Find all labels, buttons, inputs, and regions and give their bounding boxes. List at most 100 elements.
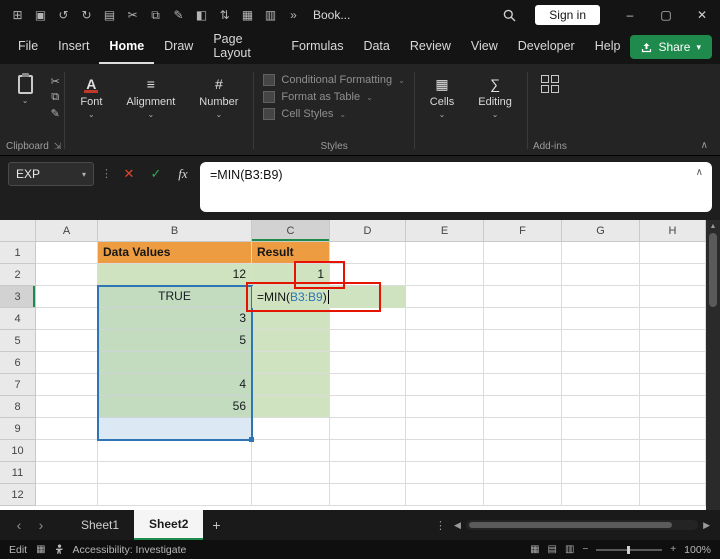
ribbon-tab-draw[interactable]: Draw — [154, 30, 203, 64]
cell-B6[interactable] — [98, 352, 252, 374]
cell-B7[interactable]: 4 — [98, 374, 252, 396]
format-painter-icon[interactable]: ✎ — [167, 4, 190, 26]
macro-record-icon[interactable]: ▦ — [36, 544, 45, 555]
cell-A11[interactable] — [36, 462, 98, 484]
horizontal-scroll-thumb[interactable] — [469, 522, 672, 528]
cell-D2[interactable] — [330, 264, 406, 286]
close-button[interactable]: ✕ — [684, 0, 720, 30]
maximize-button[interactable]: ▢ — [648, 0, 684, 30]
cell-H6[interactable] — [640, 352, 706, 374]
app-launcher-icon[interactable]: ⊞ — [6, 4, 29, 26]
cell-E9[interactable] — [406, 418, 484, 440]
column-header-E[interactable]: E — [406, 220, 484, 242]
select-all-button[interactable] — [0, 220, 36, 242]
format-painter-icon[interactable]: ✎ — [51, 107, 60, 120]
cell-A8[interactable] — [36, 396, 98, 418]
row-header-6[interactable]: 6 — [0, 352, 36, 374]
insert-function-button[interactable]: fx — [173, 162, 193, 186]
row-header-10[interactable]: 10 — [0, 440, 36, 462]
copy-icon[interactable]: ⧉ — [144, 4, 167, 26]
chart-icon[interactable]: ▥ — [259, 4, 282, 26]
cell-B8[interactable]: 56 — [98, 396, 252, 418]
cell-D9[interactable] — [330, 418, 406, 440]
format-as-table-button[interactable]: Format as Table ⌄ — [263, 91, 404, 103]
vertical-scroll-thumb[interactable] — [709, 233, 717, 307]
editing-group-button[interactable]: ∑ Editing ⌄ — [466, 66, 524, 155]
column-header-G[interactable]: G — [562, 220, 640, 242]
cell-C1[interactable]: Result — [252, 242, 330, 264]
cell-F1[interactable] — [484, 242, 562, 264]
zoom-slider[interactable] — [596, 549, 662, 551]
column-header-B[interactable]: B — [98, 220, 252, 242]
cell-E8[interactable] — [406, 396, 484, 418]
horizontal-scroll-track[interactable] — [466, 520, 698, 530]
sheet-tab-sheet1[interactable]: Sheet1 — [66, 510, 134, 540]
cell-A10[interactable] — [36, 440, 98, 462]
cell-B4[interactable]: 3 — [98, 308, 252, 330]
vertical-scrollbar[interactable]: ▲ — [706, 220, 720, 510]
row-header-8[interactable]: 8 — [0, 396, 36, 418]
row-header-9[interactable]: 9 — [0, 418, 36, 440]
cell-G12[interactable] — [562, 484, 640, 506]
cell-F10[interactable] — [484, 440, 562, 462]
cut-icon[interactable]: ✂ — [51, 75, 60, 88]
scroll-up-icon[interactable]: ▲ — [710, 223, 717, 230]
page-break-preview-icon[interactable]: ▥ — [565, 544, 574, 555]
sign-in-button[interactable]: Sign in — [535, 5, 600, 25]
cell-C8[interactable] — [252, 396, 330, 418]
cell-G7[interactable] — [562, 374, 640, 396]
cell-E1[interactable] — [406, 242, 484, 264]
ribbon-tab-formulas[interactable]: Formulas — [281, 30, 353, 64]
formula-input[interactable]: =MIN(B3:B9) ∧ — [200, 162, 712, 212]
zoom-out-icon[interactable]: − — [582, 544, 588, 555]
row-header-5[interactable]: 5 — [0, 330, 36, 352]
cell-H2[interactable] — [640, 264, 706, 286]
cell-F8[interactable] — [484, 396, 562, 418]
cell-D10[interactable] — [330, 440, 406, 462]
clipboard-icon[interactable]: ▤ — [98, 4, 121, 26]
column-header-C[interactable]: C — [252, 220, 330, 242]
cell-H4[interactable] — [640, 308, 706, 330]
dialog-launcher-icon[interactable]: ⇲ — [54, 141, 62, 152]
share-button[interactable]: Share ▾ — [630, 35, 712, 59]
row-header-12[interactable]: 12 — [0, 484, 36, 506]
row-header-7[interactable]: 7 — [0, 374, 36, 396]
cell-B11[interactable] — [98, 462, 252, 484]
row-header-11[interactable]: 11 — [0, 462, 36, 484]
cell-F9[interactable] — [484, 418, 562, 440]
ribbon-tab-developer[interactable]: Developer — [508, 30, 585, 64]
collapse-formula-bar-icon[interactable]: ∧ — [696, 167, 703, 178]
alignment-group-button[interactable]: ≡ Alignment ⌄ — [114, 66, 187, 155]
ribbon-tab-data[interactable]: Data — [353, 30, 399, 64]
cell-F3[interactable] — [484, 286, 562, 308]
zoom-in-icon[interactable]: + — [670, 544, 676, 555]
paste-button[interactable]: ⌄ — [8, 72, 43, 137]
cell-D12[interactable] — [330, 484, 406, 506]
redo-icon[interactable]: ↻ — [75, 4, 98, 26]
font-group-button[interactable]: A Font ⌄ — [68, 66, 114, 155]
cell-G5[interactable] — [562, 330, 640, 352]
cell-A2[interactable] — [36, 264, 98, 286]
column-header-F[interactable]: F — [484, 220, 562, 242]
ribbon-tab-help[interactable]: Help — [585, 30, 631, 64]
cell-H7[interactable] — [640, 374, 706, 396]
overflow-icon[interactable]: » — [282, 4, 305, 26]
cell-G6[interactable] — [562, 352, 640, 374]
cell-H11[interactable] — [640, 462, 706, 484]
cell-H9[interactable] — [640, 418, 706, 440]
ribbon-tab-view[interactable]: View — [461, 30, 508, 64]
ribbon-tab-review[interactable]: Review — [400, 30, 461, 64]
cell-B9[interactable] — [98, 418, 252, 440]
cell-E12[interactable] — [406, 484, 484, 506]
cell-G8[interactable] — [562, 396, 640, 418]
row-header-4[interactable]: 4 — [0, 308, 36, 330]
column-header-A[interactable]: A — [36, 220, 98, 242]
undo-icon[interactable]: ↺ — [52, 4, 75, 26]
cell-H10[interactable] — [640, 440, 706, 462]
save-icon[interactable]: ▣ — [29, 4, 52, 26]
cell-A7[interactable] — [36, 374, 98, 396]
cell-H8[interactable] — [640, 396, 706, 418]
cell-A6[interactable] — [36, 352, 98, 374]
cell-G2[interactable] — [562, 264, 640, 286]
cell-C10[interactable] — [252, 440, 330, 462]
